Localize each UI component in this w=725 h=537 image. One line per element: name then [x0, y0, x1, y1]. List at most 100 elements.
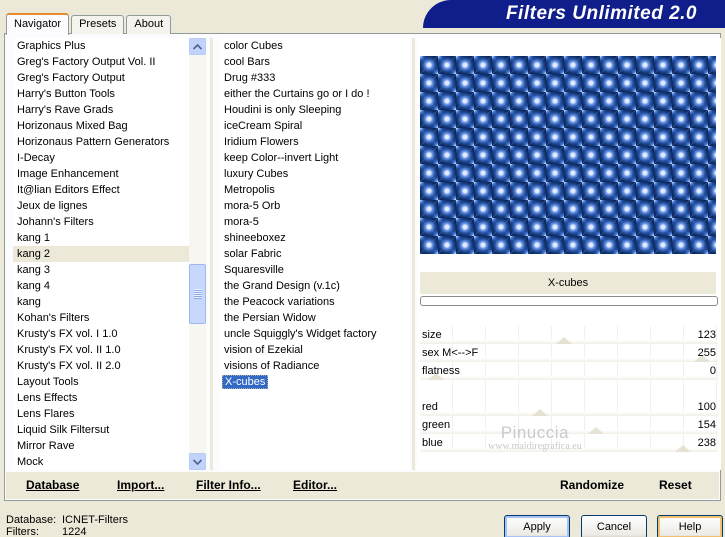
filter-item[interactable]: the Persian Widow [220, 310, 410, 326]
slider-track[interactable] [420, 448, 718, 452]
filter-item-label: the Grand Design (v.1c) [224, 280, 340, 292]
category-item[interactable]: kang 4 [13, 278, 189, 294]
filter-item[interactable]: Iridium Flowers [220, 134, 410, 150]
filter-item[interactable]: the Grand Design (v.1c) [220, 278, 410, 294]
filter-info-button[interactable]: Filter Info... [196, 478, 261, 492]
editor-button[interactable]: Editor... [293, 478, 337, 492]
category-item[interactable]: Krusty's FX vol. II 2.0 [13, 358, 189, 374]
filter-item[interactable]: mora-5 [220, 214, 410, 230]
category-scrollbar[interactable] [189, 38, 206, 470]
filter-list[interactable]: color Cubes cool Bars Drug #333 either the … [220, 38, 410, 470]
slider-knob[interactable] [675, 445, 691, 452]
database-button[interactable]: Database [26, 478, 79, 492]
tab-presets[interactable]: Presets [71, 15, 125, 34]
apply-button[interactable]: Apply [504, 515, 570, 537]
param-label: size [422, 329, 442, 341]
divider [412, 38, 415, 470]
filter-item[interactable]: vision of Ezekial [220, 342, 410, 358]
filter-item[interactable]: the Peacock variations [220, 294, 410, 310]
filter-item[interactable]: keep Color--invert Light [220, 150, 410, 166]
filter-item-label: the Persian Widow [224, 312, 316, 324]
filter-item[interactable]: luxury Cubes [220, 166, 410, 182]
filter-item[interactable]: Drug #333 [220, 70, 410, 86]
filter-item[interactable]: X-cubes [220, 374, 410, 390]
category-item[interactable]: Krusty's FX vol. II 1.0 [13, 342, 189, 358]
filter-item-label: cool Bars [224, 56, 270, 68]
filter-item-label: mora-5 Orb [224, 200, 281, 212]
param-value: 123 [697, 329, 716, 341]
filter-item[interactable]: either the Curtains go or I do ! [220, 86, 410, 102]
category-item[interactable]: Mock [13, 454, 189, 470]
scroll-up-icon[interactable] [189, 38, 206, 55]
slider-knob[interactable] [588, 427, 604, 434]
import-button[interactable]: Import... [117, 478, 164, 492]
category-item[interactable]: Greg's Factory Output Vol. II [13, 54, 189, 70]
category-item[interactable]: Harry's Button Tools [13, 86, 189, 102]
filter-item[interactable]: visions of Radiance [220, 358, 410, 374]
category-item[interactable]: Jeux de lignes [13, 198, 189, 214]
category-item[interactable]: kang 1 [13, 230, 189, 246]
category-item[interactable]: Graphics Plus [13, 38, 189, 54]
filter-item[interactable]: iceCream Spiral [220, 118, 410, 134]
category-item[interactable]: Krusty's FX vol. I 1.0 [13, 326, 189, 342]
param-slider[interactable]: sex M<-->F 255 [420, 344, 718, 362]
filters-count-label: Filters: [6, 526, 39, 537]
param-slider[interactable]: size 123 [420, 326, 718, 344]
filter-item-label: the Peacock variations [224, 296, 335, 308]
filter-item[interactable]: mora-5 Orb [220, 198, 410, 214]
param-value: 238 [697, 437, 716, 449]
filter-item-label: visions of Radiance [224, 360, 320, 372]
category-item[interactable]: Liquid Silk Filtersut [13, 422, 189, 438]
category-item[interactable]: Lens Effects [13, 390, 189, 406]
scroll-down-icon[interactable] [189, 453, 206, 470]
param-slider[interactable]: blue 238 [420, 434, 718, 452]
filter-item[interactable]: Houdini is only Sleeping [220, 102, 410, 118]
category-item[interactable]: Harry's Rave Grads [13, 102, 189, 118]
category-item[interactable]: Layout Tools [13, 374, 189, 390]
randomize-button[interactable]: Randomize [560, 478, 624, 492]
filter-item-label: luxury Cubes [224, 168, 289, 180]
filter-item-label: mora-5 [224, 216, 259, 228]
filter-item[interactable]: shineeboxez [220, 230, 410, 246]
param-slider[interactable]: red 100 [420, 398, 718, 416]
filter-item[interactable]: Squaresville [220, 262, 410, 278]
filter-item[interactable]: solar Fabric [220, 246, 410, 262]
filter-item-label: Houdini is only Sleeping [224, 104, 342, 116]
filter-item[interactable]: Metropolis [220, 182, 410, 198]
category-item[interactable]: kang [13, 294, 189, 310]
filter-item[interactable]: cool Bars [220, 54, 410, 70]
category-item[interactable]: Horizonaus Mixed Bag [13, 118, 189, 134]
category-item[interactable]: It@lian Editors Effect [13, 182, 189, 198]
slider-knob[interactable] [532, 409, 548, 416]
help-button[interactable]: Help [657, 515, 723, 537]
divider [210, 38, 213, 470]
database-info: Database: ICNET-Filters Filters: 1224 [6, 514, 128, 537]
category-item[interactable]: Horizonaus Pattern Generators [13, 134, 189, 150]
slider-knob[interactable] [556, 337, 572, 344]
tab-navigator[interactable]: Navigator [6, 13, 70, 35]
category-item[interactable]: Johann's Filters [13, 214, 189, 230]
param-slider[interactable]: flatness 0 [420, 362, 718, 380]
filter-item[interactable]: uncle Squiggly's Widget factory [220, 326, 410, 342]
category-item[interactable]: Mirror Rave [13, 438, 189, 454]
cancel-button[interactable]: Cancel [581, 515, 647, 537]
category-item[interactable]: Lens Flares [13, 406, 189, 422]
filter-info-label: Filter Info... [196, 478, 261, 492]
category-item[interactable]: I-Decay [13, 150, 189, 166]
progress-bar [420, 296, 718, 306]
category-item[interactable]: Kohan's Filters [13, 310, 189, 326]
category-item[interactable]: kang 2 [13, 246, 189, 262]
tab-about[interactable]: About [126, 15, 172, 34]
filter-item[interactable]: color Cubes [220, 38, 410, 54]
import-label: Import... [117, 478, 165, 492]
category-item[interactable]: Image Enhancement [13, 166, 189, 182]
reset-button[interactable]: Reset [659, 478, 692, 492]
category-item[interactable]: Greg's Factory Output [13, 70, 189, 86]
scroll-thumb[interactable] [189, 264, 206, 324]
param-empty [420, 380, 718, 398]
param-value: 100 [697, 401, 716, 413]
category-item[interactable]: kang 3 [13, 262, 189, 278]
category-list[interactable]: Graphics Plus Greg's Factory Output Vol. … [13, 38, 189, 470]
filter-name-label: X-cubes [420, 272, 716, 294]
param-slider[interactable]: green 154 [420, 416, 718, 434]
